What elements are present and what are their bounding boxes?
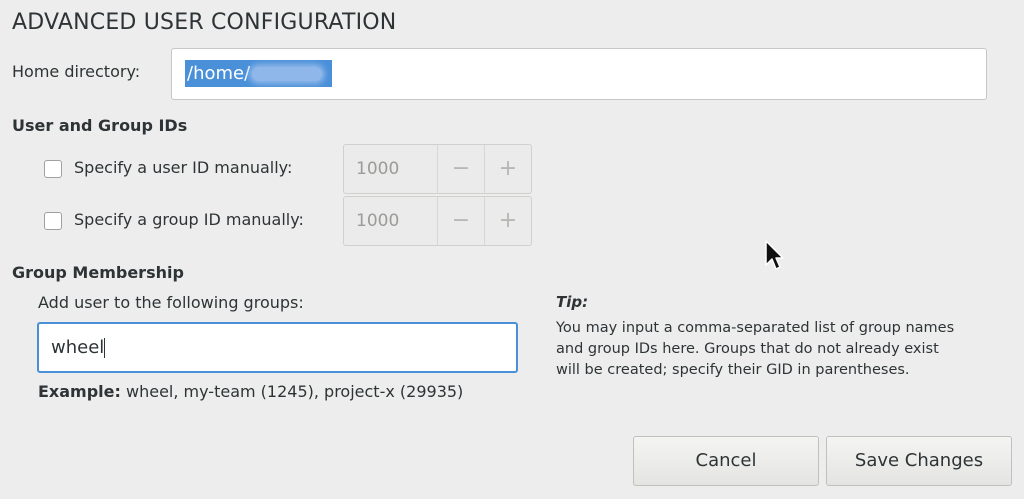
user-id-checkbox-label[interactable]: Specify a user ID manually:: [74, 158, 292, 177]
group-membership-section-label: Group Membership: [12, 263, 184, 282]
save-changes-button[interactable]: Save Changes: [826, 436, 1012, 486]
user-id-spinbutton: 1000 − +: [343, 144, 532, 194]
group-id-checkbox[interactable]: [44, 212, 62, 230]
group-id-spinbutton: 1000 − +: [343, 196, 532, 246]
home-directory-label: Home directory:: [12, 62, 141, 81]
redacted-username: [252, 67, 323, 81]
tip-body: You may input a comma-separated list of …: [556, 320, 955, 378]
dialog-title: ADVANCED USER CONFIGURATION: [12, 10, 397, 35]
group-id-decrement-button[interactable]: −: [436, 197, 484, 245]
home-directory-selected-text: /home/: [185, 60, 332, 87]
groups-input-value: wheel: [51, 337, 105, 358]
mouse-pointer-icon: [765, 240, 784, 270]
group-id-checkbox-label[interactable]: Specify a group ID manually:: [74, 210, 304, 229]
example-text: wheel, my-team (1245), project-x (29935): [126, 382, 464, 401]
groups-example: Example: wheel, my-team (1245), project-…: [38, 382, 463, 401]
home-directory-value: /home/: [187, 63, 251, 84]
text-caret: [104, 338, 106, 358]
cancel-button[interactable]: Cancel: [633, 436, 819, 486]
advanced-user-configuration-dialog: ADVANCED USER CONFIGURATION Home directo…: [0, 0, 1024, 499]
user-id-value[interactable]: 1000: [344, 145, 437, 193]
group-id-value[interactable]: 1000: [344, 197, 437, 245]
group-id-increment-button[interactable]: +: [484, 197, 531, 245]
user-id-increment-button[interactable]: +: [484, 145, 531, 193]
user-group-ids-section-label: User and Group IDs: [12, 116, 188, 135]
user-id-checkbox[interactable]: [44, 160, 62, 178]
tip-title: Tip:: [556, 293, 589, 311]
example-label: Example:: [38, 382, 121, 401]
home-directory-input[interactable]: /home/: [171, 48, 987, 100]
groups-field-label: Add user to the following groups:: [38, 293, 304, 312]
groups-input[interactable]: wheel: [37, 322, 518, 373]
user-id-decrement-button[interactable]: −: [436, 145, 484, 193]
